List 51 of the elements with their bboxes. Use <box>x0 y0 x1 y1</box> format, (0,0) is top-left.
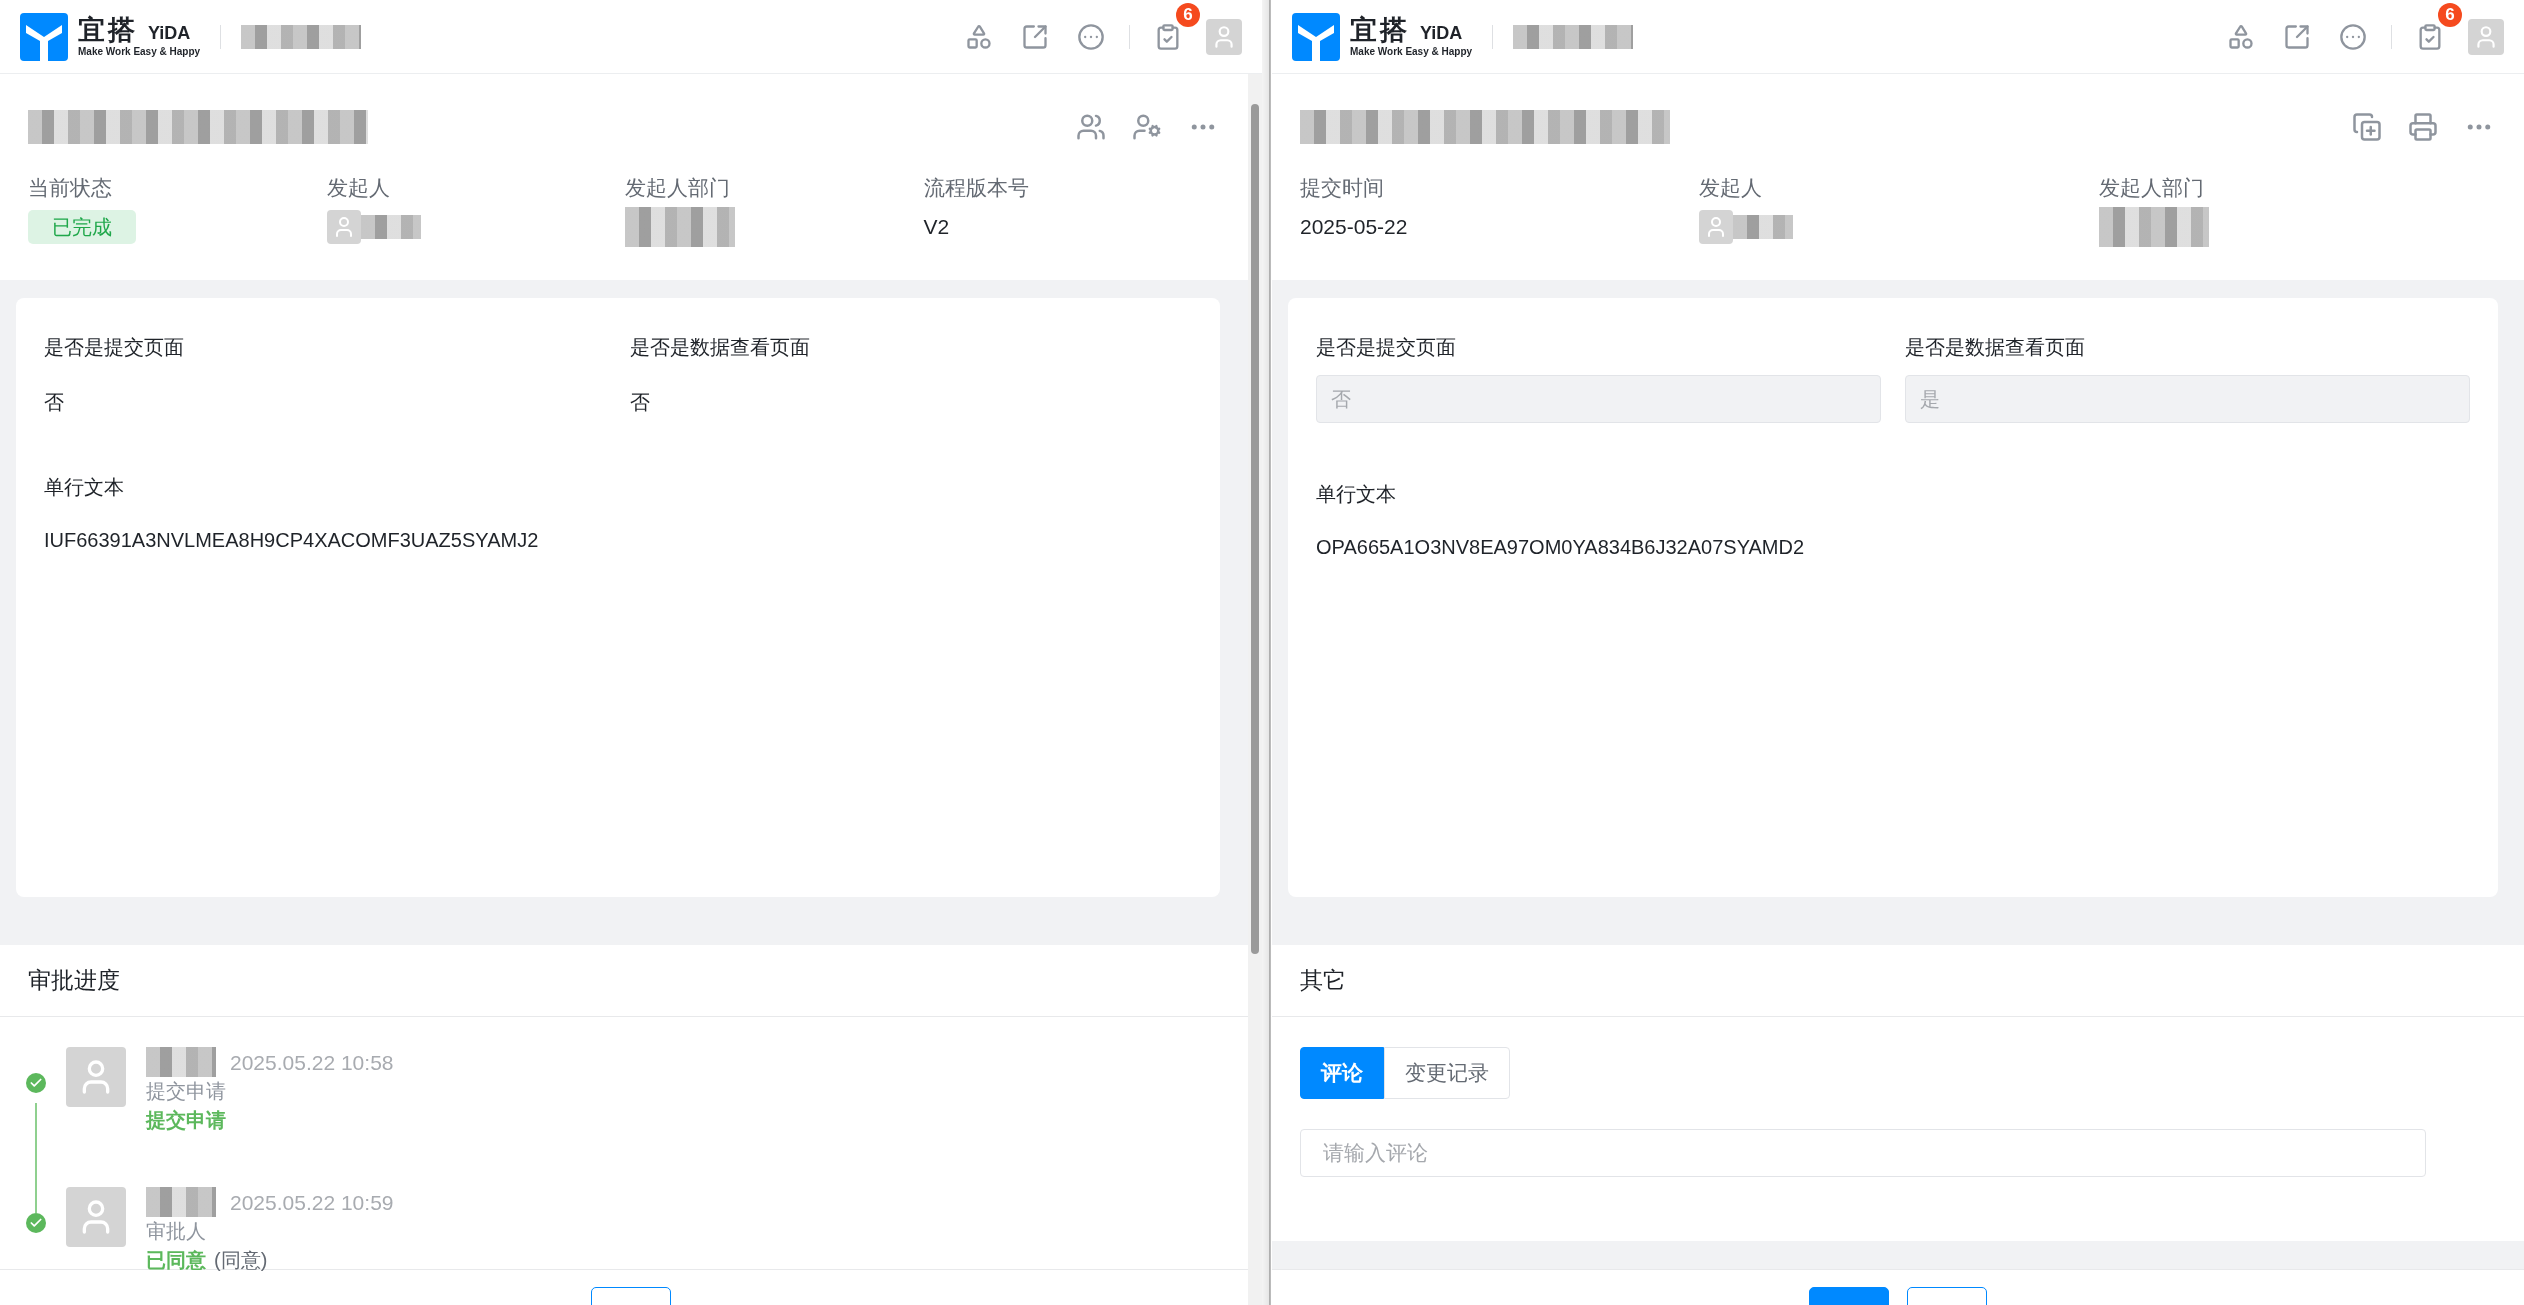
logo-icon <box>20 12 68 61</box>
tab[interactable]: 变更记录 <box>1384 1047 1510 1099</box>
section-title: 审批进度 <box>28 966 120 995</box>
logo-slogan: Make Work Easy & Happy <box>1350 46 1473 57</box>
notification-badge: 6 <box>2438 2 2462 27</box>
timestamp: 2025.05.22 10:58 <box>230 1049 394 1076</box>
comment-field[interactable]: 请输入评论 <box>1300 1129 2426 1177</box>
meta-label: 发起人 <box>326 175 391 201</box>
meta-label: 提交时间 <box>1300 175 1385 201</box>
node-name: 审批人 <box>146 1219 207 1244</box>
section-title: 其它 <box>1300 966 1346 995</box>
logo-icon <box>1292 12 1340 61</box>
field-label: 是否是提交页面 <box>44 335 185 360</box>
logo-slogan: Make Work Easy & Happy <box>78 46 201 57</box>
logo-name: 宜搭 <box>78 16 138 44</box>
notification-badge: 6 <box>1176 2 1200 27</box>
avatar-icon <box>66 1187 126 1247</box>
blurred-text <box>360 215 421 239</box>
logo-name: 宜搭 <box>1350 16 1410 44</box>
field-label: 是否是数据查看页面 <box>630 335 811 360</box>
blurred-text <box>146 1047 216 1077</box>
avatar-icon <box>326 210 361 244</box>
field-value: OPA665A1O3NV8EA97OM0YA834B6J32A07SYAMD2 <box>1316 536 1806 559</box>
field-label: 单行文本 <box>44 475 125 500</box>
timestamp: 2025.05.22 10:59 <box>230 1189 394 1216</box>
meta-value: V2 <box>923 214 951 240</box>
status-tag: 已完成 <box>28 210 136 244</box>
meta-label: 发起人 <box>1699 175 1764 201</box>
logo-wordmark: YiDA <box>148 23 191 42</box>
approval-comment: (同意) <box>214 1248 268 1273</box>
field-label: 是否是数据查看页面 <box>1905 335 2086 360</box>
field-value: 否 <box>44 390 65 415</box>
avatar-icon <box>1699 210 1734 244</box>
meta-value: 2025-05-22 <box>1300 214 1409 240</box>
field-label: 单行文本 <box>1316 482 1397 507</box>
node-name: 提交申请 <box>146 1079 227 1104</box>
blurred-text <box>146 1187 216 1217</box>
field-value: 否 <box>630 390 651 415</box>
field-value: IUF66391A3NVLMEA8H9CP4XACOMF3UAZ5SYAMJ2 <box>44 529 540 552</box>
field-label: 是否是提交页面 <box>1316 335 1457 360</box>
tab[interactable]: 评论 <box>1300 1047 1384 1099</box>
approval-result: 已同意 <box>146 1248 206 1273</box>
meta-label: 当前状态 <box>28 175 113 201</box>
scrollbar[interactable] <box>1248 74 1262 1305</box>
meta-label: 发起人部门 <box>2098 175 2205 201</box>
avatar-icon <box>66 1047 126 1107</box>
approval-result: 提交申请 <box>146 1108 226 1133</box>
blurred-text <box>1733 215 1794 239</box>
logo-wordmark: YiDA <box>1420 23 1463 42</box>
meta-label: 发起人部门 <box>625 175 731 201</box>
meta-label: 流程版本号 <box>923 175 1030 201</box>
